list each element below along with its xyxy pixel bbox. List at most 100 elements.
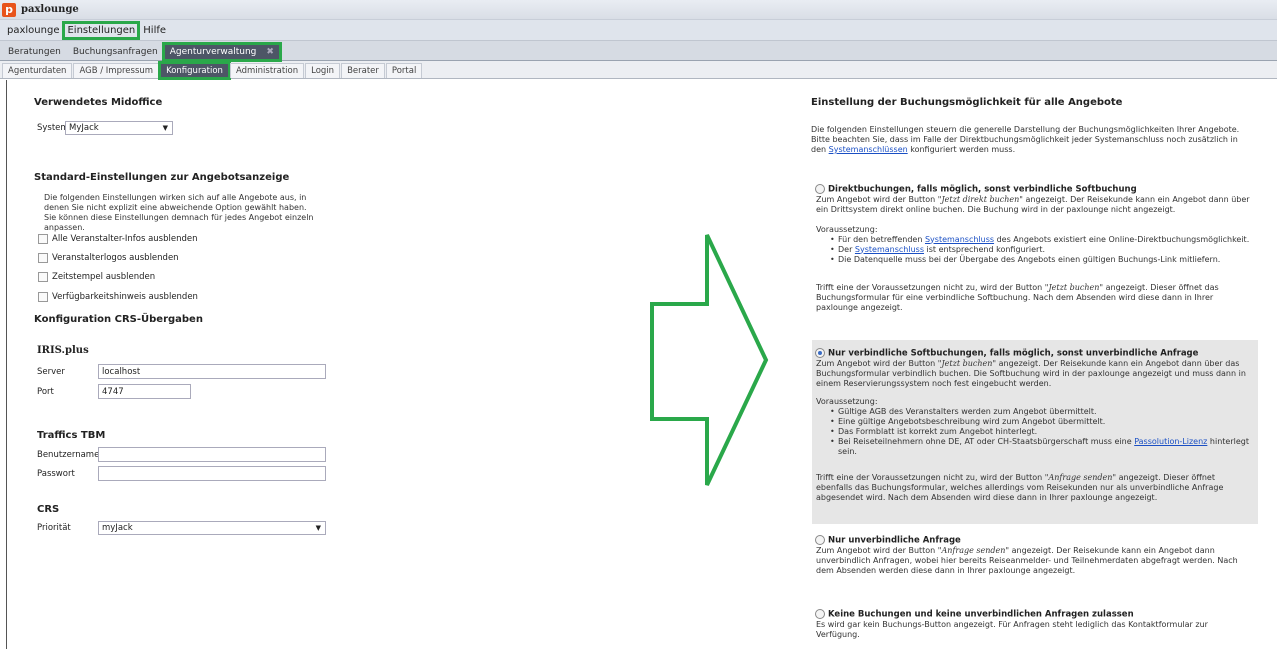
username-label: Benutzername [37,449,100,460]
priority-select-value: myJack [102,523,133,533]
left-border-line [6,80,7,649]
username-input[interactable] [98,447,326,462]
system-select[interactable]: MyJack ▼ [65,121,173,135]
text: ist entsprechend konfiguriert. [924,244,1046,254]
tab-administration[interactable]: Administration [229,63,305,78]
checkbox[interactable] [38,234,48,244]
list-item: Der Systemanschluss ist entsprechend kon… [816,245,1258,255]
tab-agenturdaten[interactable]: Agenturdaten [2,63,73,78]
button-name: "Anfrage senden" [937,545,1010,555]
option-desc: Es wird gar kein Buchungs-Button angezei… [816,619,1208,639]
checkbox[interactable] [38,272,48,282]
checkbox[interactable] [38,292,48,302]
menu-paxlounge[interactable]: paxlounge [4,23,62,38]
check-label: Zeitstempel ausblenden [52,272,156,282]
button-name: "Jetzt buchen" [1044,282,1104,292]
check-label: Veranstalterlogos ausblenden [52,253,179,263]
port-label: Port [37,386,54,397]
check-row-verfuegbarkeit[interactable]: Verfügbarkeitshinweis ausblenden [38,292,198,302]
option-desc: Trifft eine der Voraussetzungen nicht zu… [816,282,1045,292]
systemanschluss-link[interactable]: Systemanschluss [925,235,994,244]
option-unverbindliche-anfrage: Nur unverbindliche Anfrage Zum Angebot w… [812,535,1258,576]
text: des Angebots existiert eine Online-Direk… [994,234,1250,244]
menu-hilfe[interactable]: Hilfe [140,23,169,38]
option-desc: Zum Angebot wird der Button [816,545,938,555]
radio-unverbindliche-anfrage[interactable] [815,535,825,545]
tab-konfiguration[interactable]: Konfiguration [158,61,231,80]
check-row-zeitstempel[interactable]: Zeitstempel ausblenden [38,272,155,282]
iris-heading: IRIS.plus [37,345,89,356]
radio-softbuchungen[interactable] [815,348,825,358]
button-name: "Jetzt buchen" [937,358,997,368]
booking-heading: Einstellung der Buchungsmöglichkeit für … [811,97,1123,108]
priority-label: Priorität [37,523,71,533]
midoffice-heading: Verwendetes Midoffice [34,97,163,108]
radio-direktbuchungen[interactable] [815,184,825,194]
list-item: Eine gültige Angebotsbeschreibung wird z… [816,417,1258,427]
button-name: "Anfrage senden" [1044,472,1117,482]
tab-portal[interactable]: Portal [385,63,423,78]
check-label: Verfügbarkeitshinweis ausblenden [52,292,198,302]
title-bar: p paxlounge [0,0,1277,20]
list-item: Gültige AGB des Veranstalters werden zum… [816,407,1258,417]
option-desc: Zum Angebot wird der Button [816,358,938,368]
system-label: System [37,123,69,133]
option-desc: Trifft eine der Voraussetzungen nicht zu… [816,472,1045,482]
tab-agb-impressum[interactable]: AGB / Impressum [73,63,160,78]
option-keine-buchungen: Keine Buchungen und keine unverbindliche… [812,609,1258,640]
intro-text-2: konfiguriert werden muss. [910,145,1016,154]
check-row-veranstalterlogos[interactable]: Veranstalterlogos ausblenden [38,253,179,263]
option-title: Keine Buchungen und keine unverbindliche… [828,609,1134,620]
menu-bar: paxlounge Einstellungen Hilfe [0,20,1277,41]
tab-agenturverwaltung[interactable]: Agenturverwaltung ✖ [161,42,282,62]
systemanschluesse-link[interactable]: Systemanschlüssen [829,145,908,154]
standard-description: Die folgenden Einstellungen wirken sich … [44,193,314,232]
traffics-heading: Traffics TBM [37,430,106,441]
tab-buchungsanfragen[interactable]: Buchungsanfragen [67,44,164,60]
option-title: Direktbuchungen, falls möglich, sonst ve… [828,184,1137,195]
option-desc: Zum Angebot wird der Button [816,194,938,204]
priority-select[interactable]: myJack ▼ [98,521,326,535]
checkbox[interactable] [38,253,48,263]
close-tab-icon[interactable]: ✖ [266,47,274,57]
check-label: Alle Veranstalter-Infos ausblenden [52,234,198,244]
server-input[interactable]: localhost [98,364,326,379]
system-select-value: MyJack [69,123,99,133]
tab-berater[interactable]: Berater [341,63,385,78]
tab-agenturverwaltung-label: Agenturverwaltung [169,47,257,57]
passolution-link[interactable]: Passolution-Lizenz [1134,437,1207,446]
voraussetzung-label: Voraussetzung: [816,224,878,234]
radio-keine-buchungen[interactable] [815,609,825,619]
option-title: Nur verbindliche Softbuchungen, falls mö… [828,348,1199,359]
password-input[interactable] [98,466,326,481]
text: Für den betreffenden [838,234,925,244]
main-tab-bar: Beratungen Buchungsanfragen Agenturverwa… [0,41,1277,62]
chevron-down-icon: ▼ [162,124,168,132]
systemanschluss-link[interactable]: Systemanschluss [855,245,924,254]
password-label: Passwort [37,468,75,479]
list-item: Für den betreffenden Systemanschluss des… [816,235,1258,245]
tab-login[interactable]: Login [305,63,341,78]
list-item: Die Datenquelle muss bei der Übergabe de… [816,255,1258,265]
standard-heading: Standard-Einstellungen zur Angebotsanzei… [34,172,290,183]
app-logo-icon: p [2,2,16,17]
booking-intro: Die folgenden Einstellungen steuern die … [811,125,1251,155]
app-title: paxlounge [21,4,79,15]
option-direktbuchungen: Direktbuchungen, falls möglich, sonst ve… [812,184,1258,313]
green-arrow-icon [650,234,769,486]
text: Bei Reiseteilnehmern ohne DE, AT oder CH… [838,436,1135,446]
port-input[interactable]: 4747 [98,384,191,399]
option-title: Nur unverbindliche Anfrage [828,535,961,546]
chevron-down-icon: ▼ [315,524,321,532]
button-name: "Jetzt direkt buchen" [937,194,1023,204]
crs-heading: Konfiguration CRS-Übergaben [34,314,203,325]
text: Der [838,244,855,254]
server-label: Server [37,366,65,377]
list-item: Das Formblatt ist korrekt zum Angebot hi… [816,427,1258,437]
menu-einstellungen[interactable]: Einstellungen [62,20,141,40]
list-item: Bei Reiseteilnehmern ohne DE, AT oder CH… [816,437,1258,457]
tab-beratungen[interactable]: Beratungen [2,44,67,60]
check-row-veranstalter-infos[interactable]: Alle Veranstalter-Infos ausblenden [38,234,197,244]
crs-block-heading: CRS [37,504,60,515]
sub-tab-bar: Agenturdaten AGB / Impressum Konfigurati… [0,61,1277,80]
